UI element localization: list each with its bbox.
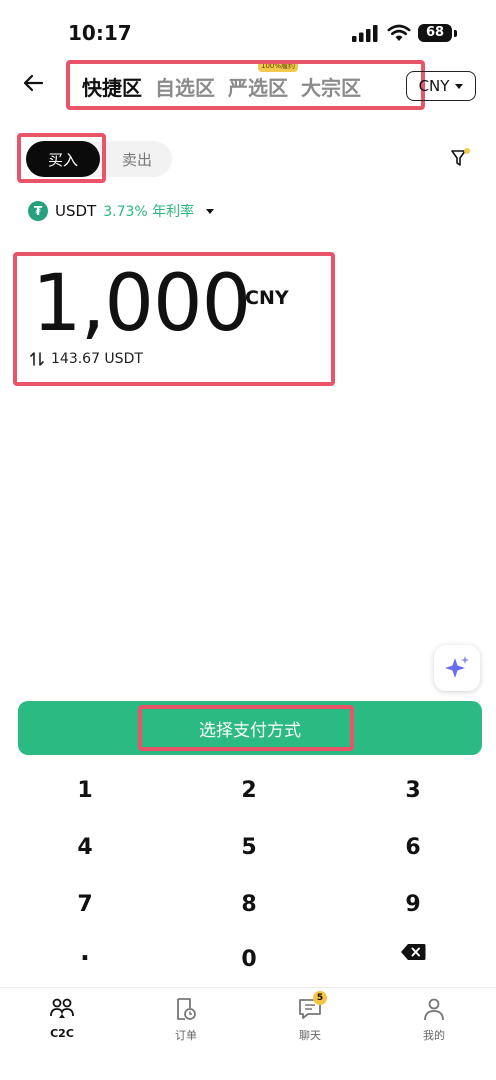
key-0[interactable]: 0 xyxy=(169,934,329,984)
nav-label-chat: 聊天 xyxy=(299,1029,321,1042)
nav-c2c[interactable]: C2C xyxy=(0,988,124,1080)
filter-icon[interactable] xyxy=(450,148,470,168)
key-2[interactable]: 2 xyxy=(169,765,329,815)
key-6[interactable]: 6 xyxy=(333,822,493,872)
key-5[interactable]: 5 xyxy=(169,822,329,872)
key-3[interactable]: 3 xyxy=(333,765,493,815)
nav-chat[interactable]: 5 聊天 xyxy=(248,988,372,1080)
sell-button[interactable]: 卖出 xyxy=(104,141,170,177)
chat-badge: 5 xyxy=(313,991,327,1005)
asset-rate: 3.73% 年利率 xyxy=(103,204,195,220)
status-time: 10:17 xyxy=(68,21,132,45)
conversion[interactable]: 143.67 USDT xyxy=(30,351,143,367)
backspace-icon xyxy=(401,944,426,960)
key-delete[interactable] xyxy=(333,927,493,977)
battery-tip xyxy=(454,30,457,37)
battery-icon: 68 xyxy=(418,24,452,42)
tab-selected-zone-label: 严选区 xyxy=(228,75,288,100)
signal-icon xyxy=(352,25,378,42)
usdt-icon: ₮ xyxy=(28,201,48,221)
key-9[interactable]: 9 xyxy=(333,879,493,929)
sparkle-icon xyxy=(445,656,469,678)
bottom-nav: C2C 订单 5 聊天 我的 xyxy=(0,987,496,1080)
chevron-down-icon xyxy=(206,208,215,214)
asset-selector[interactable]: ₮ USDT 3.73% 年利率 xyxy=(28,200,215,222)
nav-orders[interactable]: 订单 xyxy=(124,988,248,1080)
c2c-icon xyxy=(50,998,74,1018)
nav-label-c2c: C2C xyxy=(50,1027,74,1040)
conversion-value: 143.67 USDT xyxy=(51,351,143,367)
profile-icon xyxy=(424,998,444,1021)
zone-tabs: 快捷区 自选区 严选区 100%履约 大宗区 xyxy=(70,60,422,108)
nav-profile[interactable]: 我的 xyxy=(372,988,496,1080)
chevron-down-icon xyxy=(455,83,464,89)
tab-custom-zone[interactable]: 自选区 xyxy=(155,72,215,101)
battery-level: 68 xyxy=(425,25,445,40)
tab-selected-zone[interactable]: 严选区 100%履约 xyxy=(228,60,299,101)
buy-button[interactable]: 买入 xyxy=(26,141,100,177)
key-8[interactable]: 8 xyxy=(169,879,329,929)
fulfillment-badge: 100%履约 xyxy=(258,60,299,72)
tab-quick-zone[interactable]: 快捷区 xyxy=(82,72,142,101)
ai-assistant-button[interactable] xyxy=(434,645,480,691)
nav-label-profile: 我的 xyxy=(423,1029,445,1042)
currency-selector[interactable]: CNY xyxy=(406,71,476,101)
wifi-icon xyxy=(387,24,411,41)
key-4[interactable]: 4 xyxy=(5,822,165,872)
key-1[interactable]: 1 xyxy=(5,765,165,815)
asset-name: USDT xyxy=(55,202,97,220)
key-7[interactable]: 7 xyxy=(5,879,165,929)
back-arrow-icon[interactable] xyxy=(20,70,46,96)
select-payment-button[interactable]: 选择支付方式 xyxy=(18,701,482,755)
nav-label-orders: 订单 xyxy=(175,1029,197,1042)
key-decimal[interactable]: . xyxy=(5,927,165,977)
amount-unit: CNY xyxy=(245,287,289,309)
orders-icon xyxy=(177,998,196,1020)
tab-bulk-zone[interactable]: 大宗区 xyxy=(301,72,361,101)
currency-label: CNY xyxy=(418,77,450,95)
swap-icon xyxy=(30,352,44,366)
amount-value[interactable]: 1,000 xyxy=(32,254,251,354)
